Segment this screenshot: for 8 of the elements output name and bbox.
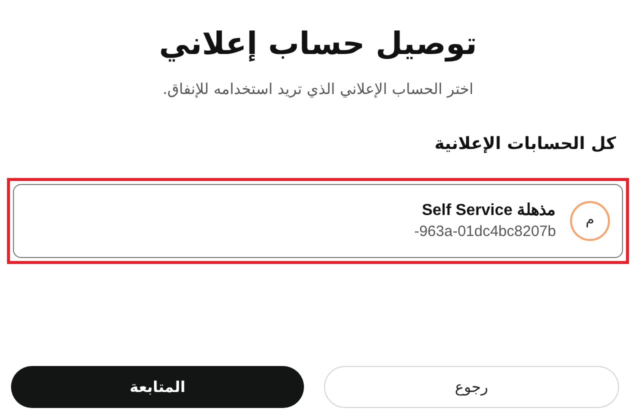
page-title: توصيل حساب إعلاني: [159, 25, 477, 64]
back-button[interactable]: رجوع: [324, 366, 619, 408]
account-avatar: م: [570, 200, 610, 240]
section-heading: كل الحسابات الإعلانية: [434, 133, 616, 156]
continue-button[interactable]: المتابعة: [11, 366, 304, 408]
page-subtitle: اختر الحساب الإعلاني الذي تريد استخدامه للإنفاق.: [162, 79, 474, 100]
account-id: -963a-01dc4bc8207b: [414, 222, 556, 242]
account-name: مذهلة Self Service: [422, 200, 556, 220]
